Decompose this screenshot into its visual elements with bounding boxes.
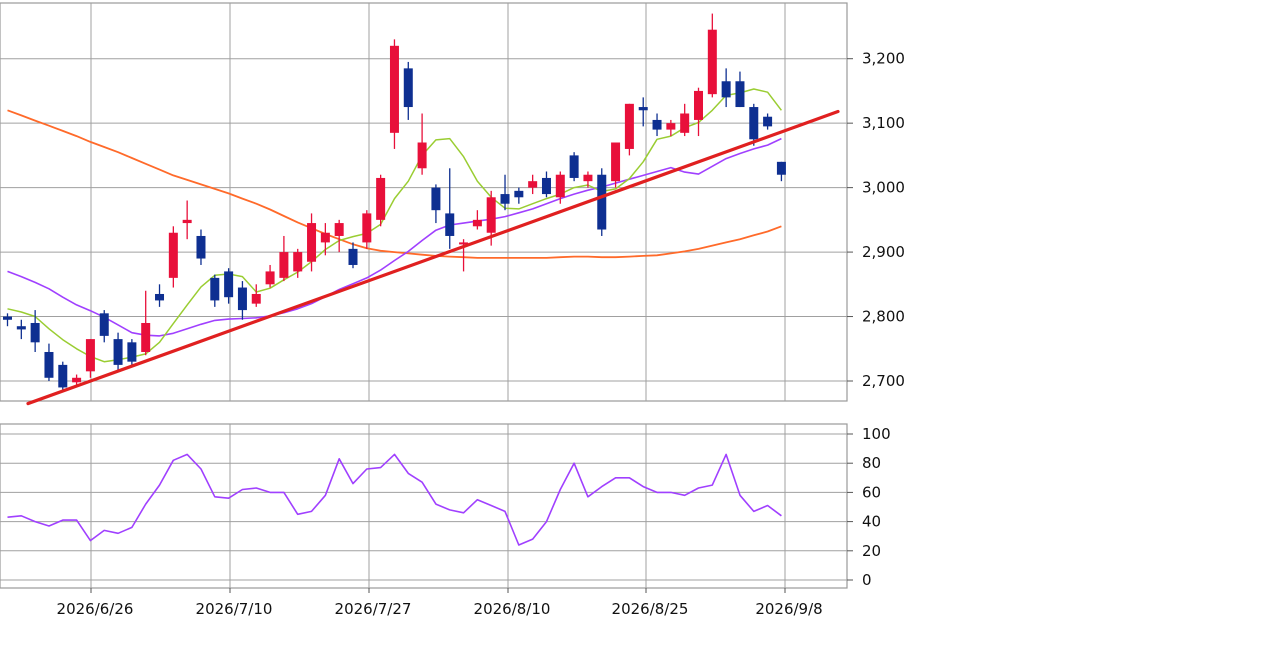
candle-body-up <box>334 223 344 236</box>
candle-body-down <box>431 187 441 211</box>
price-tick-label: 3,200 <box>862 50 905 68</box>
oscillator-axis-labels: 0 20 40 60 80 100 <box>862 425 891 589</box>
candle-body-down <box>44 351 54 378</box>
price-axis-labels: 2,700 2,800 2,900 3,000 3,100 3,200 <box>862 50 905 390</box>
candle-body-down <box>514 190 524 198</box>
candle-body-up <box>72 377 82 383</box>
candle-body-up <box>624 103 634 149</box>
candle-body-down <box>403 68 413 108</box>
candle-body-down <box>638 107 648 111</box>
candle-body-up <box>583 174 593 182</box>
price-tick-label: 2,700 <box>862 372 905 390</box>
candle-body-up <box>293 252 303 272</box>
candle-body-up <box>182 219 192 224</box>
candle-body-up <box>707 29 717 95</box>
date-axis-labels: 2026/6/26 2026/7/10 2026/7/27 2026/8/10 2026… <box>57 588 823 618</box>
candle-body-up <box>528 181 538 188</box>
candle-body-down <box>776 161 786 175</box>
candle-body-up <box>611 142 621 182</box>
candle-body-up <box>265 271 275 285</box>
date-tick-label: 2026/8/10 <box>474 600 551 618</box>
candle-body-up <box>555 174 565 198</box>
price-tick-label: 3,100 <box>862 114 905 132</box>
osc-tick-label: 100 <box>862 425 891 443</box>
date-tick-label: 2026/9/8 <box>755 600 822 618</box>
candle-body-down <box>224 271 234 298</box>
candle-body-down <box>196 235 206 259</box>
candle-body-up <box>376 177 386 220</box>
price-tick-label: 3,000 <box>862 179 905 197</box>
candle-body-down <box>210 277 220 301</box>
candle-body-down <box>127 342 137 362</box>
candle-body-down <box>113 339 123 365</box>
price-grid <box>0 2 853 402</box>
candle-body-down <box>569 155 579 178</box>
osc-tick-label: 20 <box>862 542 881 560</box>
candle-body-down <box>58 364 68 388</box>
candle-body-up <box>362 213 372 243</box>
candle-body-up <box>320 232 330 243</box>
candle-body-down <box>237 287 247 311</box>
date-tick-label: 2026/7/10 <box>196 600 273 618</box>
price-panel-frame <box>0 2 848 402</box>
candle-body-down <box>3 316 12 320</box>
candle-body-up <box>85 339 95 372</box>
candle-body-up <box>251 293 261 304</box>
candle-body-down <box>500 194 510 204</box>
candle-body-up <box>472 219 482 227</box>
candle-body-down <box>30 322 40 343</box>
date-tick-label: 2026/8/25 <box>612 600 689 618</box>
date-tick-label: 2026/7/27 <box>335 600 412 618</box>
candle-body-up <box>279 252 289 278</box>
candle-body-down <box>541 177 551 195</box>
candle-body-down <box>445 213 455 236</box>
candle-body-down <box>721 81 731 98</box>
chart-canvas: 2,700 2,800 2,900 3,000 3,100 3,200 0 20 40 60 80… <box>0 2 905 618</box>
candle-body-up <box>694 90 703 120</box>
candle-body-down <box>763 116 773 127</box>
osc-tick-label: 60 <box>862 483 881 501</box>
osc-tick-label: 0 <box>862 571 872 589</box>
candle-body-up <box>168 232 178 278</box>
candle-body-down <box>155 293 165 301</box>
stock-chart: 2,700 2,800 2,900 3,000 3,100 3,200 0 20 40 60 80… <box>0 0 1280 660</box>
oscillator-grid <box>0 423 853 589</box>
candle-body-up <box>389 45 399 133</box>
osc-tick-label: 80 <box>862 454 881 472</box>
candle-body-up <box>666 123 676 130</box>
candle-body-down <box>597 174 607 230</box>
candle-body-down <box>348 248 358 265</box>
candle-body-down <box>749 107 759 140</box>
candle-body-up <box>141 322 151 352</box>
candle-body-up <box>417 142 427 169</box>
osc-tick-label: 40 <box>862 513 881 531</box>
candle-body-down <box>735 81 745 108</box>
candle-body-down <box>99 313 109 336</box>
candle-body-up <box>307 223 317 262</box>
oscillator-panel-frame <box>0 423 848 589</box>
price-tick-label: 2,800 <box>862 308 905 326</box>
date-tick-label: 2026/6/26 <box>57 600 134 618</box>
candle-body-down <box>652 119 662 130</box>
price-tick-label: 2,900 <box>862 243 905 261</box>
candle-body-up <box>486 197 496 233</box>
candle-body-down <box>16 326 26 330</box>
candle-body-up <box>680 113 690 133</box>
